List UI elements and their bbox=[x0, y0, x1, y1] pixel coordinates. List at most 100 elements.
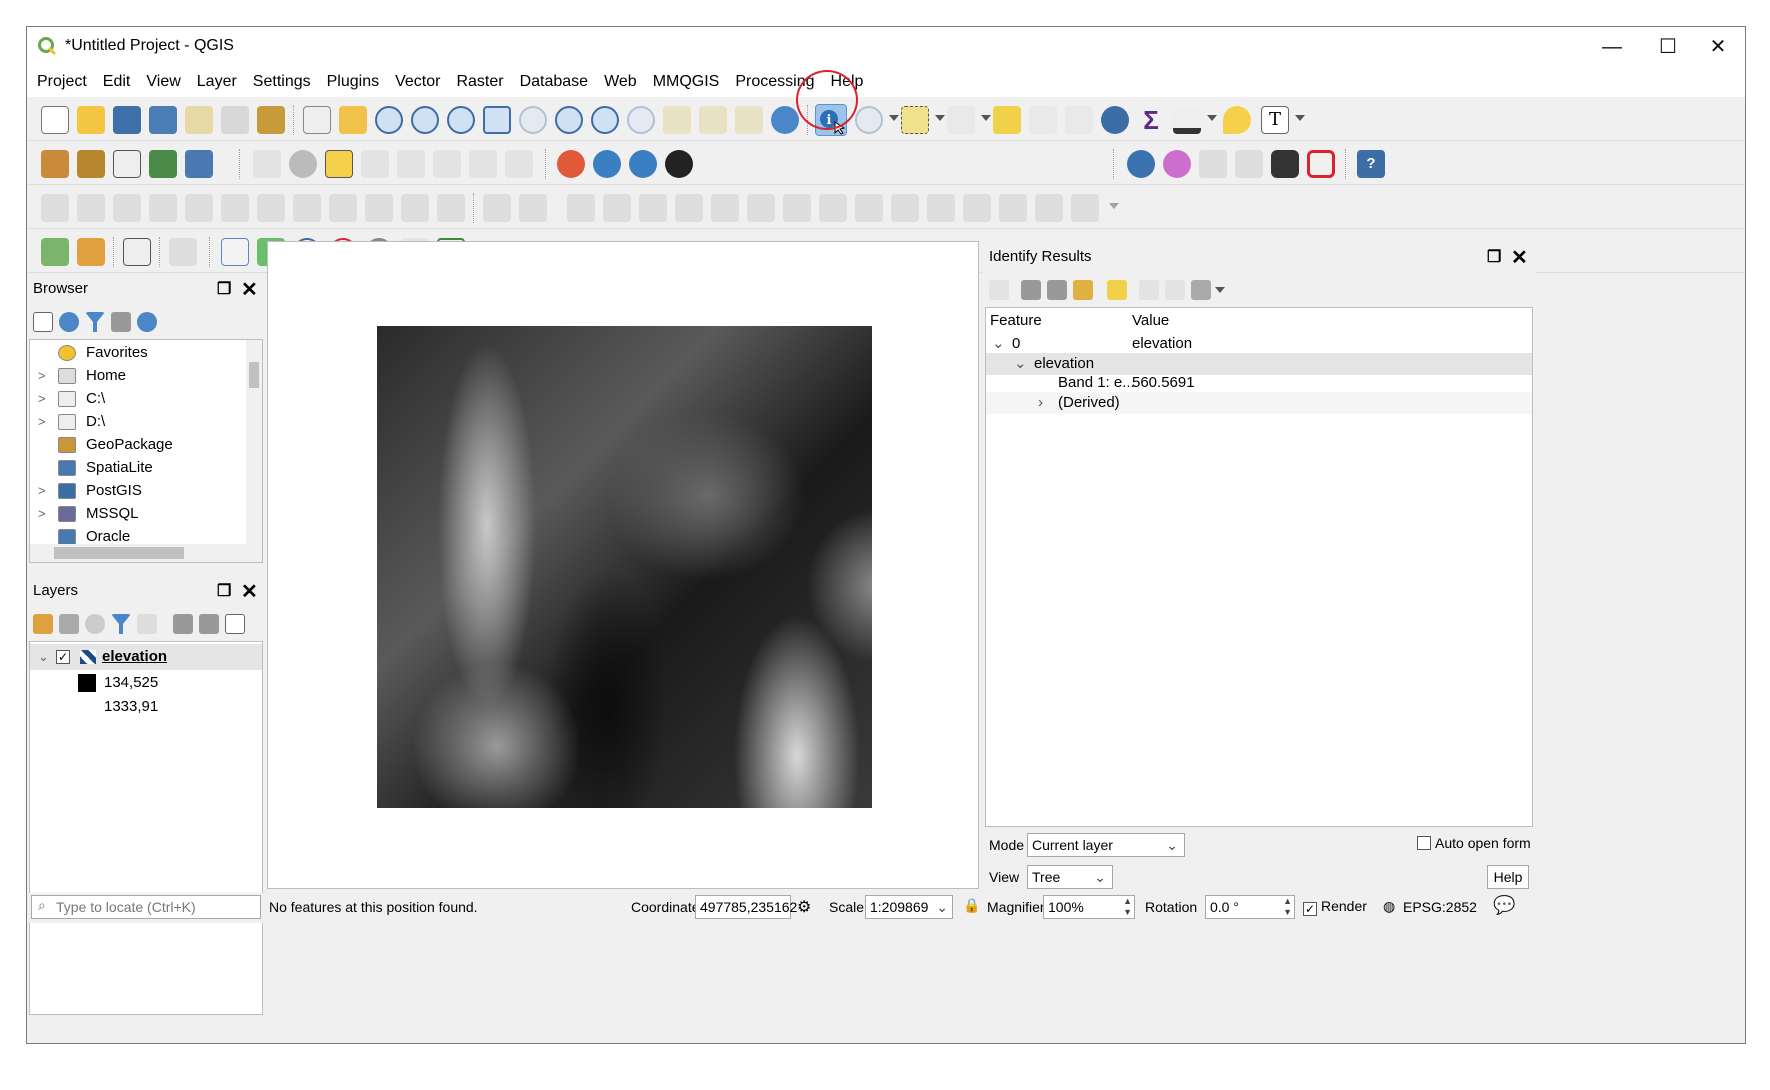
crs-label[interactable]: EPSG:2852 bbox=[1403, 899, 1477, 915]
zoom-next-icon[interactable] bbox=[627, 106, 655, 134]
expand-tree-icon[interactable] bbox=[989, 280, 1009, 300]
scrollbar-thumb[interactable] bbox=[54, 547, 184, 559]
new-shapefile-layer-icon[interactable] bbox=[113, 150, 141, 178]
print-response-icon[interactable] bbox=[1165, 280, 1185, 300]
statistics-sum-icon[interactable]: Σ bbox=[1137, 106, 1165, 134]
add-group-icon[interactable] bbox=[59, 614, 79, 634]
refresh-icon[interactable] bbox=[771, 106, 799, 134]
measure-line-icon[interactable] bbox=[1173, 106, 1201, 134]
open-project-icon[interactable] bbox=[77, 106, 105, 134]
offset-curve-icon[interactable] bbox=[603, 194, 631, 222]
select-features-icon[interactable] bbox=[901, 106, 929, 134]
text-annotation-icon[interactable]: T bbox=[1261, 106, 1289, 134]
float-panel-icon[interactable]: ❐ bbox=[1487, 247, 1501, 267]
layer-visibility-checkbox[interactable]: ✓ bbox=[56, 650, 70, 664]
collapse-all-icon[interactable] bbox=[1047, 280, 1067, 300]
pan-to-selection-icon[interactable] bbox=[339, 106, 367, 134]
copy-feature-icon[interactable] bbox=[1139, 280, 1159, 300]
delete-part-icon[interactable] bbox=[783, 194, 811, 222]
chevron-down-icon[interactable] bbox=[1109, 203, 1119, 209]
advanced-digitize-icon[interactable] bbox=[519, 194, 547, 222]
result-row-feature[interactable]: ⌄ 0 elevation bbox=[986, 333, 1532, 355]
pin-labels-icon[interactable] bbox=[361, 150, 389, 178]
expand-all-icon[interactable] bbox=[173, 614, 193, 634]
fill-ring-icon[interactable] bbox=[711, 194, 739, 222]
new-project-icon[interactable] bbox=[41, 106, 69, 134]
messages-icon[interactable]: 💬 bbox=[1493, 895, 1515, 916]
merge-features-icon[interactable] bbox=[891, 194, 919, 222]
identify-settings-icon[interactable] bbox=[1191, 280, 1211, 300]
remove-layer-icon[interactable] bbox=[225, 614, 245, 634]
show-hide-labels-icon[interactable] bbox=[397, 150, 425, 178]
new-spatialite-layer-icon[interactable] bbox=[149, 150, 177, 178]
close-panel-icon[interactable]: ✕ bbox=[1511, 245, 1528, 270]
crs-globe-icon[interactable]: ◍ bbox=[1383, 898, 1395, 915]
edits-icon[interactable] bbox=[41, 194, 69, 222]
rotation-spinbox[interactable]: 0.0 ° ▲ ▼ bbox=[1205, 895, 1295, 919]
map-tips-icon[interactable] bbox=[1223, 106, 1251, 134]
map-canvas[interactable] bbox=[267, 241, 979, 889]
web-query-icon[interactable] bbox=[629, 150, 657, 178]
save-as-icon[interactable] bbox=[149, 106, 177, 134]
collapse-all-icon[interactable] bbox=[199, 614, 219, 634]
chevron-right-icon[interactable]: › bbox=[1038, 392, 1043, 414]
layer-row-elevation[interactable]: ⌄ ✓ elevation bbox=[30, 644, 262, 670]
menu-plugins[interactable]: Plugins bbox=[319, 67, 387, 97]
menu-mmqgis[interactable]: MMQGIS bbox=[645, 67, 728, 97]
raster-digitize-icon[interactable] bbox=[41, 238, 69, 266]
simplify-icon[interactable] bbox=[999, 194, 1027, 222]
vertex-tool-icon[interactable] bbox=[185, 194, 213, 222]
menu-database[interactable]: Database bbox=[512, 67, 597, 97]
lock-scale-icon[interactable]: 🔒 bbox=[963, 897, 980, 914]
help-question-icon[interactable]: ? bbox=[1357, 150, 1385, 178]
deselect-all-icon[interactable] bbox=[993, 106, 1021, 134]
change-label-icon[interactable] bbox=[505, 150, 533, 178]
select-location-icon[interactable] bbox=[169, 238, 197, 266]
render-checkbox[interactable]: ✓ Render bbox=[1303, 898, 1367, 916]
zoom-to-selection-icon[interactable] bbox=[519, 106, 547, 134]
shape-tools-icon[interactable] bbox=[1307, 150, 1335, 178]
checkbox-box[interactable]: ✓ bbox=[1303, 902, 1317, 916]
toolbox-gear-icon[interactable] bbox=[1101, 106, 1129, 134]
add-ring-icon[interactable] bbox=[639, 194, 667, 222]
zoom-native-icon[interactable] bbox=[447, 106, 475, 134]
rotate-symbols-icon[interactable] bbox=[963, 194, 991, 222]
style-manager-icon[interactable] bbox=[257, 106, 285, 134]
close-button[interactable]: ✕ bbox=[1689, 27, 1747, 67]
expand-all-icon[interactable] bbox=[1021, 280, 1041, 300]
toggle-editing-icon[interactable] bbox=[77, 194, 105, 222]
menu-layer[interactable]: Layer bbox=[189, 67, 245, 97]
zoom-last-icon[interactable] bbox=[591, 106, 619, 134]
menu-view[interactable]: View bbox=[138, 67, 188, 97]
menu-settings[interactable]: Settings bbox=[245, 67, 319, 97]
refresh-icon[interactable] bbox=[59, 312, 79, 332]
gps-icon[interactable] bbox=[557, 150, 585, 178]
gpx-import-icon[interactable] bbox=[123, 238, 151, 266]
trim-extend-icon[interactable] bbox=[1071, 194, 1099, 222]
undo-icon[interactable] bbox=[401, 194, 429, 222]
menu-vector[interactable]: Vector bbox=[387, 67, 448, 97]
plugin-manager-icon[interactable] bbox=[1163, 150, 1191, 178]
rotate-label-icon[interactable] bbox=[469, 150, 497, 178]
data-source-manager-icon[interactable] bbox=[41, 150, 69, 178]
highlight-pinned-labels-icon[interactable] bbox=[325, 150, 353, 178]
collapse-all-icon[interactable] bbox=[111, 312, 131, 332]
float-panel-icon[interactable]: ❐ bbox=[217, 279, 231, 299]
save-project-icon[interactable] bbox=[113, 106, 141, 134]
redo-icon[interactable] bbox=[437, 194, 465, 222]
zoom-full-icon[interactable] bbox=[483, 106, 511, 134]
attribute-table-icon[interactable] bbox=[1029, 106, 1057, 134]
new-document-plugin-icon[interactable] bbox=[221, 238, 249, 266]
copy-features-icon[interactable] bbox=[329, 194, 357, 222]
prev-inter-icon[interactable] bbox=[1199, 150, 1227, 178]
select-by-area-icon[interactable] bbox=[855, 106, 883, 134]
menu-web[interactable]: Web bbox=[596, 67, 645, 97]
clear-results-icon[interactable] bbox=[1107, 280, 1127, 300]
feature-column-header[interactable]: Feature bbox=[990, 310, 1042, 332]
add-feature-icon[interactable] bbox=[149, 194, 177, 222]
spatial-bookmarks-icon[interactable] bbox=[735, 106, 763, 134]
chevron-down-icon[interactable] bbox=[1215, 287, 1225, 293]
scale-combo[interactable]: 1:209869 ⌄ bbox=[865, 895, 953, 919]
add-part-icon[interactable] bbox=[675, 194, 703, 222]
paste-features-icon[interactable] bbox=[365, 194, 393, 222]
